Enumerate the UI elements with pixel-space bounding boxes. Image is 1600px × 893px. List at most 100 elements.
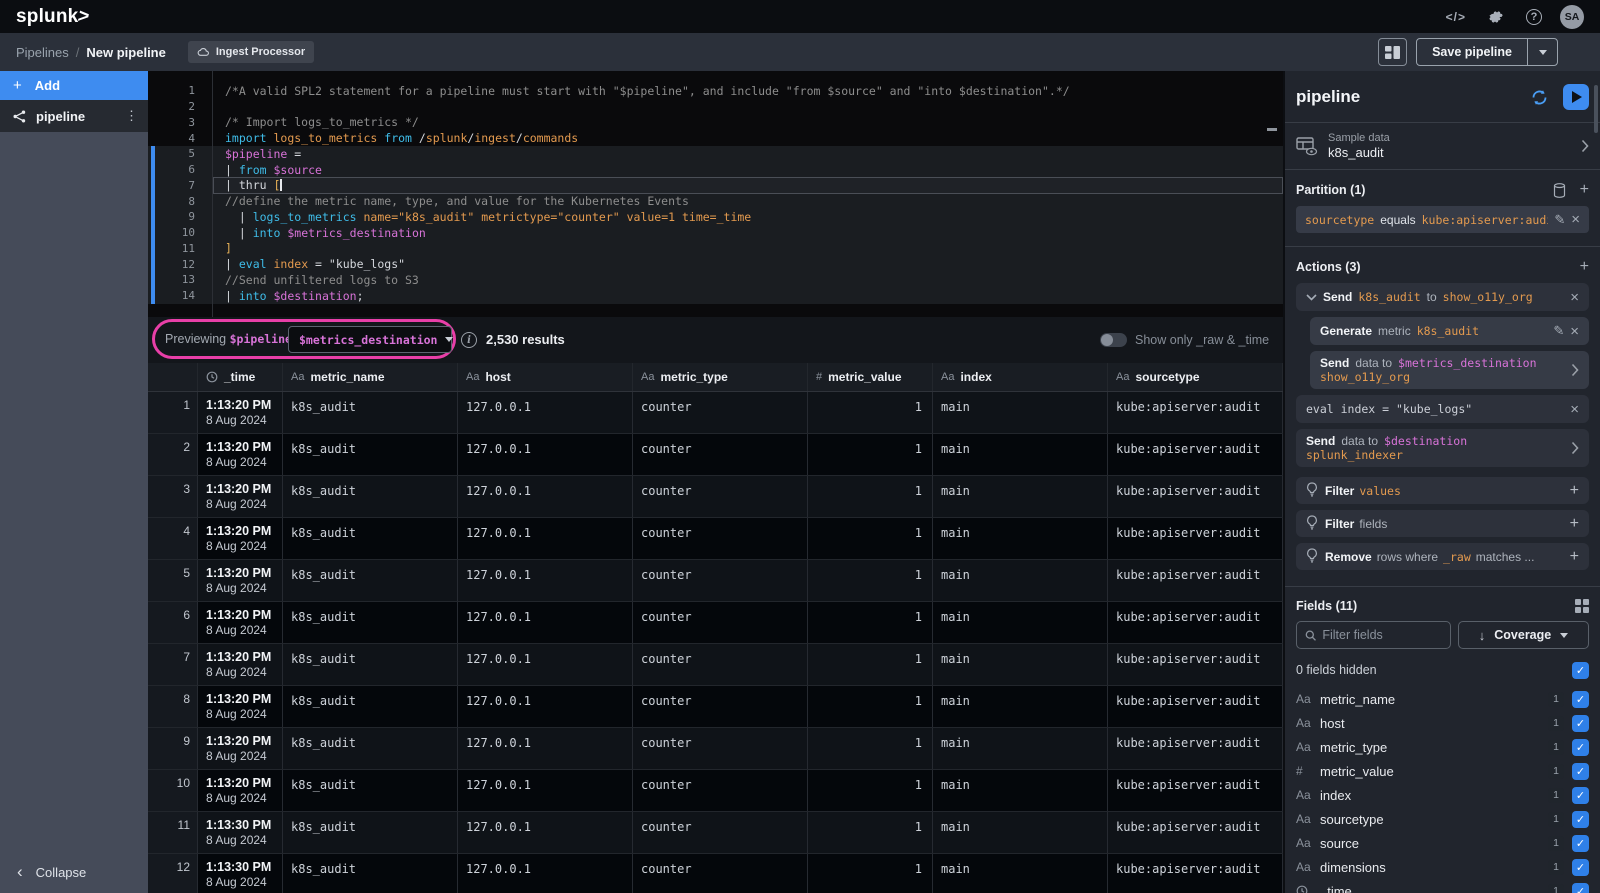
show-raw-time-toggle[interactable]	[1100, 333, 1127, 347]
help-icon[interactable]: ?	[1526, 9, 1542, 25]
field-filter-box[interactable]	[1296, 621, 1451, 649]
table-row[interactable]: 111:13:30 PM8 Aug 2024k8s_audit127.0.0.1…	[148, 812, 1283, 854]
suggestion-card[interactable]: Filtervalues+	[1296, 477, 1589, 504]
edit-pencil-icon[interactable]: ✎	[1553, 323, 1564, 339]
action-send-group[interactable]: Send k8s_audit to show_o11y_org ×	[1296, 283, 1589, 311]
cell-time: 1:13:30 PM8 Aug 2024	[198, 812, 283, 853]
action-eval-index[interactable]: eval index = "kube_logs" ×	[1296, 395, 1589, 423]
cell-host: 127.0.0.1	[458, 728, 633, 769]
kebab-menu-icon[interactable]: ⋮	[125, 108, 138, 124]
add-partition-icon[interactable]: +	[1580, 182, 1589, 198]
row-number: 7	[148, 644, 198, 685]
line-number: 7	[148, 179, 212, 192]
field-filter-input[interactable]	[1322, 628, 1442, 642]
field-visibility-checkbox[interactable]: ✓	[1572, 715, 1589, 732]
suggestion-card[interactable]: Removerows where_rawmatches ...+	[1296, 543, 1589, 570]
preview-toolbar: Previewing $pipeline $metrics_destinatio…	[148, 317, 1283, 363]
run-preview-button[interactable]	[1563, 84, 1589, 110]
cell-host: 127.0.0.1	[458, 770, 633, 811]
field-row-index: Aaindex1✓	[1296, 783, 1589, 807]
remove-action-icon[interactable]: ×	[1570, 324, 1579, 339]
edit-pencil-icon[interactable]: ✎	[1554, 212, 1565, 228]
add-suggestion-icon[interactable]: +	[1570, 483, 1579, 499]
column-header-metric_name[interactable]: Aametric_name	[283, 363, 458, 391]
column-header-sourcetype[interactable]: Aasourcetype	[1108, 363, 1283, 391]
add-action-icon[interactable]: +	[1580, 259, 1589, 275]
remove-partition-icon[interactable]: ×	[1571, 212, 1580, 227]
table-row[interactable]: 31:13:20 PM8 Aug 2024k8s_audit127.0.0.1c…	[148, 476, 1283, 518]
table-row[interactable]: 41:13:20 PM8 Aug 2024k8s_audit127.0.0.1c…	[148, 518, 1283, 560]
partition-rule-chip[interactable]: sourcetype equals kube:apiserver:audit ✎…	[1296, 206, 1589, 233]
save-pipeline-button[interactable]: Save pipeline	[1417, 39, 1527, 65]
preview-destination-select[interactable]: $metrics_destination	[288, 326, 452, 353]
action-send-metrics-destination[interactable]: Send data to $metrics_destination show_o…	[1310, 351, 1589, 389]
action-send-destination[interactable]: Send data to $destination splunk_indexer	[1296, 429, 1589, 467]
field-visibility-checkbox[interactable]: ✓	[1572, 835, 1589, 852]
column-header-host[interactable]: Aahost	[458, 363, 633, 391]
info-icon[interactable]: i	[461, 332, 477, 348]
cell-host: 127.0.0.1	[458, 476, 633, 517]
field-visibility-checkbox[interactable]: ✓	[1572, 859, 1589, 876]
column-header-metric_type[interactable]: Aametric_type	[633, 363, 808, 391]
suggestion-card[interactable]: Filterfields+	[1296, 510, 1589, 537]
table-row[interactable]: 51:13:20 PM8 Aug 2024k8s_audit127.0.0.1c…	[148, 560, 1283, 602]
page-header-bar: Pipelines / New pipeline Ingest Processo…	[0, 33, 1600, 71]
user-avatar[interactable]: SA	[1560, 5, 1584, 29]
column-header-index[interactable]: Aaindex	[933, 363, 1108, 391]
column-header-metric_value[interactable]: #metric_value	[808, 363, 933, 391]
database-icon[interactable]	[1553, 183, 1566, 198]
field-name: metric_value	[1320, 764, 1548, 779]
code-line: 2	[148, 99, 1283, 115]
table-row[interactable]: 91:13:20 PM8 Aug 2024k8s_audit127.0.0.1c…	[148, 728, 1283, 770]
fields-grid-icon[interactable]	[1575, 599, 1589, 613]
cell-metric-value: 1	[808, 686, 933, 727]
editor-scrollbar-thumb[interactable]	[1267, 128, 1277, 131]
action-generate-metric[interactable]: Generate metric k8s_audit ✎ ×	[1310, 317, 1589, 345]
panel-scrollbar-thumb[interactable]	[1594, 85, 1598, 133]
table-row[interactable]: 11:13:20 PM8 Aug 2024k8s_audit127.0.0.1c…	[148, 392, 1283, 434]
table-row[interactable]: 101:13:20 PM8 Aug 2024k8s_audit127.0.0.1…	[148, 770, 1283, 812]
table-row[interactable]: 121:13:30 PM8 Aug 2024k8s_audit127.0.0.1…	[148, 854, 1283, 893]
spl2-code-editor[interactable]: 1/*A valid SPL2 statement for a pipeline…	[148, 71, 1283, 317]
remove-action-icon[interactable]: ×	[1570, 290, 1579, 305]
column-header-_time[interactable]: _time	[198, 363, 283, 391]
field-name: sourcetype	[1320, 812, 1548, 827]
add-suggestion-icon[interactable]: +	[1570, 549, 1579, 565]
line-number: 3	[148, 116, 212, 129]
cell-index: main	[933, 728, 1108, 769]
result-count: 2,530 results	[486, 332, 565, 347]
add-suggestion-icon[interactable]: +	[1570, 516, 1579, 532]
cell-sourcetype: kube:apiserver:audit	[1108, 476, 1283, 517]
collapse-sidebar-button[interactable]: ‹ Collapse	[0, 851, 148, 893]
field-visibility-checkbox[interactable]: ✓	[1572, 787, 1589, 804]
cell-host: 127.0.0.1	[458, 602, 633, 643]
sidebar-item-pipeline[interactable]: pipeline ⋮	[0, 100, 148, 132]
breadcrumb-pipelines[interactable]: Pipelines	[16, 45, 69, 60]
code-icon[interactable]: </>	[1446, 10, 1466, 24]
field-visibility-checkbox[interactable]: ✓	[1572, 883, 1589, 893]
sample-data-row[interactable]: Sample data k8s_audit	[1296, 123, 1589, 169]
coverage-sort-dropdown[interactable]: ↓ Coverage	[1458, 621, 1589, 649]
gear-icon[interactable]	[1488, 9, 1504, 25]
table-row[interactable]: 21:13:20 PM8 Aug 2024k8s_audit127.0.0.1c…	[148, 434, 1283, 476]
select-all-checkbox[interactable]: ✓	[1572, 662, 1589, 679]
table-row[interactable]: 81:13:20 PM8 Aug 2024k8s_audit127.0.0.1c…	[148, 686, 1283, 728]
table-row[interactable]: 61:13:20 PM8 Aug 2024k8s_audit127.0.0.1c…	[148, 602, 1283, 644]
cell-metric-name: k8s_audit	[283, 728, 458, 769]
remove-action-icon[interactable]: ×	[1570, 402, 1579, 417]
line-number: 11	[148, 242, 212, 255]
cell-sourcetype: kube:apiserver:audit	[1108, 560, 1283, 601]
layout-view-button[interactable]	[1378, 38, 1407, 66]
table-row[interactable]: 71:13:20 PM8 Aug 2024k8s_audit127.0.0.1c…	[148, 644, 1283, 686]
number-type-icon: #	[816, 371, 822, 383]
field-visibility-checkbox[interactable]: ✓	[1572, 739, 1589, 756]
add-button[interactable]: + Add	[0, 71, 148, 100]
field-count-badge: 1	[1548, 764, 1564, 779]
field-name: source	[1320, 836, 1548, 851]
field-visibility-checkbox[interactable]: ✓	[1572, 763, 1589, 780]
sync-icon[interactable]	[1530, 88, 1549, 107]
row-number: 1	[148, 392, 198, 433]
save-pipeline-dropdown[interactable]	[1527, 39, 1557, 65]
field-visibility-checkbox[interactable]: ✓	[1572, 811, 1589, 828]
field-visibility-checkbox[interactable]: ✓	[1572, 691, 1589, 708]
